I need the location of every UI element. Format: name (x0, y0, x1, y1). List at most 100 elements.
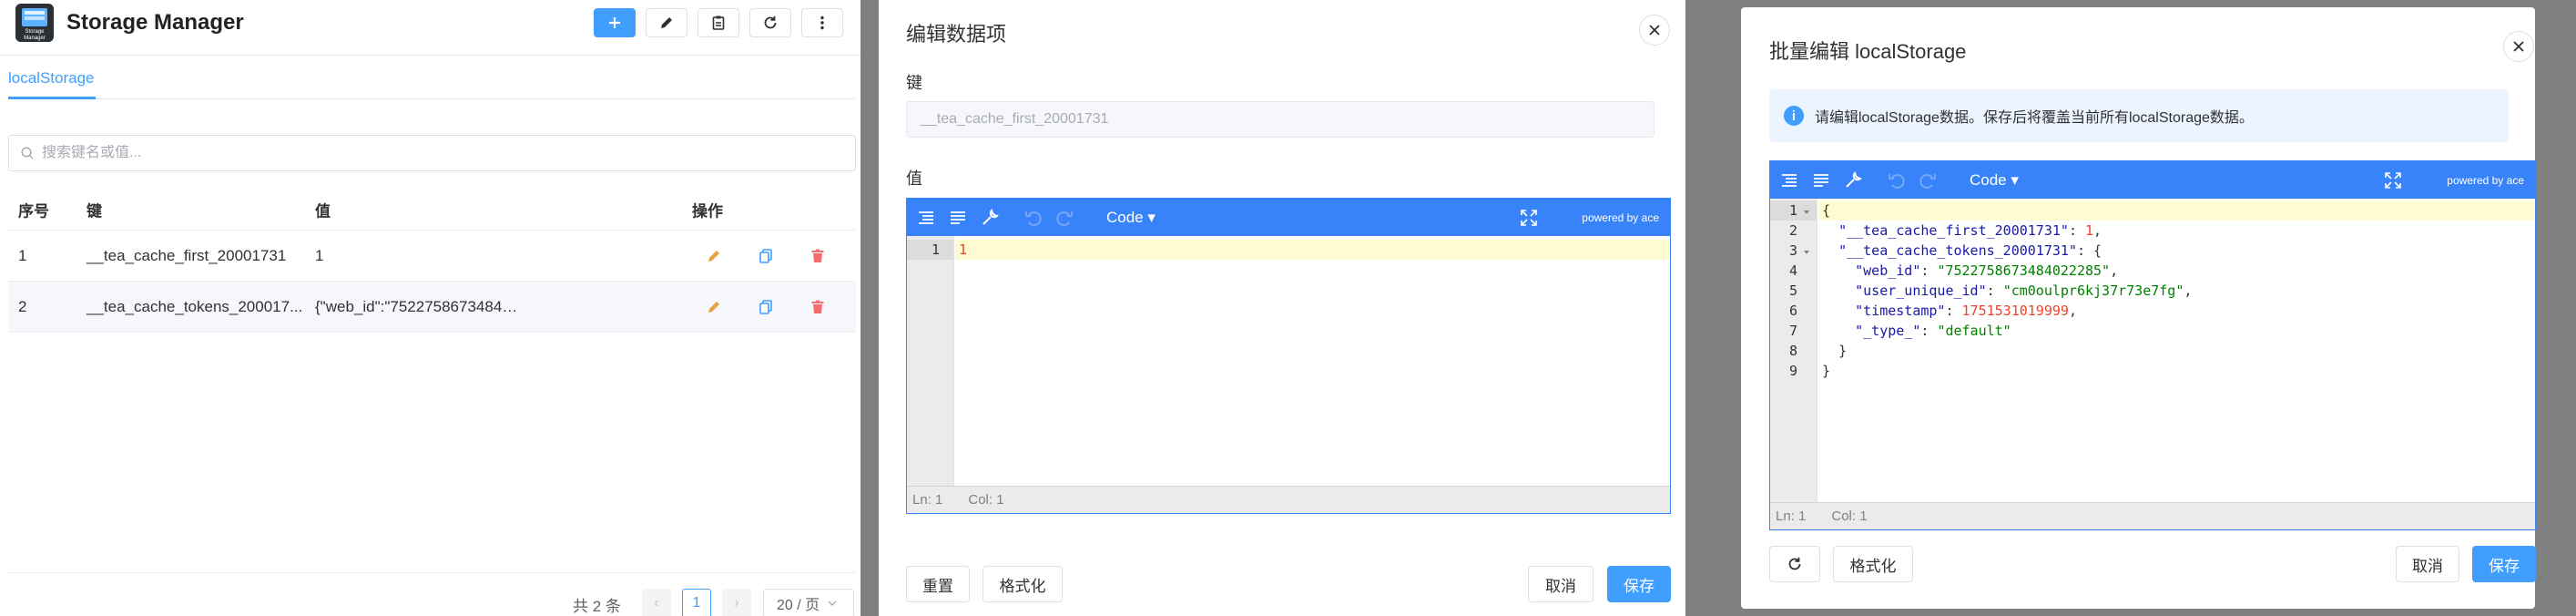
tab-bar-line (8, 98, 855, 99)
close-icon (2513, 41, 2524, 52)
info-icon: i (1784, 106, 1804, 126)
status-column: Col: 1 (1831, 508, 1868, 524)
code-line: "__tea_cache_first_20001731": 1, (1838, 222, 2103, 239)
fullscreen-icon[interactable] (1519, 208, 1539, 228)
clipboard-button[interactable] (697, 8, 739, 37)
editor-gutter: 1 2 3 4 5 6 7 8 9 (1770, 199, 1817, 502)
undo-icon[interactable] (1023, 208, 1044, 228)
row-value: {"web_id":"7522758673484022285","user_un… (315, 297, 524, 315)
refresh-button[interactable] (1769, 546, 1820, 582)
redo-icon[interactable] (1918, 170, 1938, 190)
column-header-actions: 操作 (692, 202, 723, 220)
batch-edit-button[interactable] (646, 8, 687, 37)
reset-button[interactable]: 重置 (906, 566, 970, 602)
pencil-icon (708, 250, 719, 262)
tab-localstorage[interactable]: localStorage (8, 69, 95, 87)
line-number: 7 (1788, 323, 1797, 339)
cancel-button[interactable]: 取消 (2396, 546, 2459, 582)
more-button[interactable] (801, 8, 843, 37)
code-line: "web_id": "7522758673484022285", (1855, 262, 2119, 279)
cancel-button[interactable]: 取消 (1528, 566, 1593, 602)
page-size-select[interactable]: 20 / 页 (763, 589, 854, 616)
repair-icon[interactable] (1843, 170, 1863, 190)
editor-code-area[interactable]: { "__tea_cache_first_20001731": 1, "__te… (1818, 199, 2535, 502)
editor-toolbar: Code ▾ powered by ace (1770, 161, 2535, 199)
save-button[interactable]: 保存 (1607, 566, 1671, 602)
search-box[interactable] (8, 135, 856, 171)
editor-status-bar: Ln: 1 Col: 1 (1770, 502, 2535, 529)
copy-icon (759, 248, 772, 263)
app-title: Storage Manager (66, 10, 244, 35)
format-button[interactable]: 格式化 (983, 566, 1063, 602)
refresh-icon (1788, 557, 1801, 570)
copy-icon (759, 299, 772, 314)
fullscreen-icon[interactable] (2383, 170, 2403, 190)
editor-toolbar: Code ▾ powered by ace (907, 199, 1670, 236)
format-icon[interactable] (1779, 170, 1799, 190)
editor-mode-label: Code (1970, 171, 2007, 189)
redo-icon[interactable] (1054, 208, 1074, 228)
undo-icon[interactable] (1887, 170, 1907, 190)
pagination-next-button[interactable]: › (722, 589, 751, 616)
dialog-close-button[interactable] (1639, 15, 1670, 46)
fold-icon[interactable] (1803, 249, 1810, 256)
table-row[interactable]: 1 __tea_cache_first_20001731 1 (8, 231, 856, 282)
editor-status-bar: Ln: 1 Col: 1 (907, 486, 1670, 513)
line-number: 5 (1788, 282, 1797, 299)
pagination-page-1[interactable]: 1 (682, 589, 711, 616)
chevron-down-icon (828, 601, 837, 606)
page-size-value: 20 / 页 (777, 598, 820, 613)
pencil-icon (661, 17, 672, 28)
search-input[interactable] (42, 145, 843, 161)
powered-by-ace: powered by ace (1582, 211, 1659, 224)
editor-mode-select[interactable]: Code ▾ (1106, 209, 1156, 227)
svg-text:Storage: Storage (25, 29, 45, 35)
compact-icon[interactable] (1811, 170, 1831, 190)
editor-code-area[interactable]: 1 (955, 236, 1670, 486)
line-number: 1 (931, 241, 940, 258)
batch-edit-dialog: 批量编辑 localStorage i 请编辑localStorage数据。保存… (1741, 7, 2536, 609)
editor-mode-select[interactable]: Code ▾ (1970, 171, 2019, 190)
value-code-editor[interactable]: Code ▾ powered by ace 1 1 Ln: 1 Col: 1 (906, 198, 1671, 514)
format-button[interactable]: 格式化 (1833, 546, 1913, 582)
fold-icon[interactable] (1803, 209, 1810, 216)
refresh-button[interactable] (749, 8, 791, 37)
row-copy-button[interactable] (756, 246, 776, 266)
code-line: "_type_": "default" (1855, 323, 2011, 339)
trash-icon (811, 249, 824, 262)
table-row[interactable]: 2 __tea_cache_tokens_200017... {"web_id"… (8, 282, 856, 333)
column-header-key: 键 (87, 202, 102, 220)
row-value: 1 (315, 246, 324, 264)
editor-gutter: 1 (907, 236, 954, 486)
row-copy-button[interactable] (756, 297, 776, 317)
line-number: 9 (1788, 363, 1797, 379)
batch-code-editor[interactable]: Code ▾ powered by ace 1 2 3 4 5 6 7 8 9 … (1769, 160, 2536, 530)
row-edit-button[interactable] (704, 297, 724, 317)
row-edit-button[interactable] (704, 246, 724, 266)
row-delete-button[interactable] (808, 246, 828, 266)
format-icon[interactable] (916, 208, 936, 228)
value-label: 值 (906, 169, 922, 188)
table-bottom-border (8, 572, 856, 573)
column-header-index: 序号 (18, 202, 49, 220)
trash-icon (811, 300, 824, 313)
key-input[interactable]: __tea_cache_first_20001731 (906, 101, 1655, 138)
code-line: "__tea_cache_tokens_20001731": { (1838, 242, 2103, 259)
edit-item-dialog: 编辑数据项 键 __tea_cache_first_20001731 值 Cod… (879, 0, 1685, 616)
status-column: Col: 1 (968, 492, 1004, 508)
add-button[interactable] (594, 8, 636, 37)
key-label: 键 (906, 74, 922, 92)
plus-icon (609, 17, 620, 28)
clipboard-icon (712, 15, 725, 30)
row-key: __tea_cache_tokens_200017... (87, 297, 303, 315)
status-line: Ln: 1 (912, 492, 943, 508)
dialog-close-button[interactable] (2503, 31, 2534, 62)
repair-icon[interactable] (980, 208, 1000, 228)
line-number: 8 (1788, 343, 1797, 359)
line-number: 1 (1788, 202, 1797, 219)
line-number: 3 (1788, 242, 1797, 259)
row-delete-button[interactable] (808, 297, 828, 317)
pagination-prev-button[interactable]: ‹ (642, 589, 671, 616)
save-button[interactable]: 保存 (2472, 546, 2536, 582)
compact-icon[interactable] (948, 208, 968, 228)
